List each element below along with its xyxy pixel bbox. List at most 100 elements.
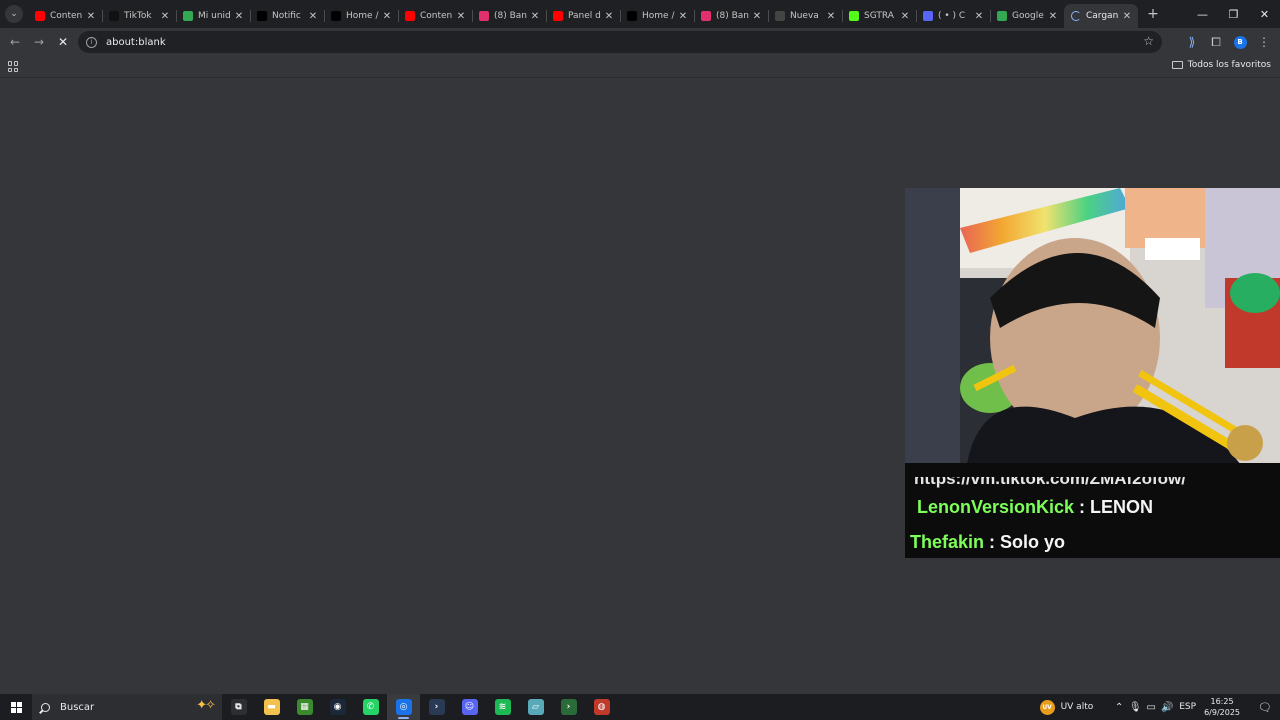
browser-tab[interactable]: TikTok ✕ [102,4,176,28]
clock[interactable]: 16:25 6/9/2025 [1204,696,1240,718]
system-tray: UV UV alto ⌃ 🎙 ▭ 🔊 ESP 16:25 6/9/2025 🗨 [1039,694,1280,720]
taskbar-app[interactable]: ◍ [585,694,618,720]
discord-icon: ☺ [461,699,478,715]
more-menu-icon[interactable]: ⋮ [1252,30,1276,54]
tab-close-icon[interactable]: ✕ [751,11,763,22]
back-arrow-icon[interactable]: ← [3,30,27,54]
browser-tab[interactable]: (8) Ban ✕ [472,4,546,28]
bookmark-star-icon[interactable]: ☆ [1143,34,1154,48]
tab-title: (8) Ban [494,11,528,21]
tab-close-icon[interactable]: ✕ [159,11,171,22]
tab-close-icon[interactable]: ✕ [455,11,467,22]
tab-close-icon[interactable]: ✕ [307,11,319,22]
tab-close-icon[interactable]: ✕ [233,11,245,22]
spotify-icon: ≋ [494,699,511,715]
restore-icon[interactable]: ❐ [1218,0,1249,28]
address-bar-url[interactable]: about:blank [106,37,166,48]
chat-username: Thefakin [910,532,985,552]
tab-title: Home / [346,11,379,21]
chat-message-partial: https://vm.tiktok.com/ZMAf2ofow/ [914,469,1186,488]
taskbar-app[interactable]: › [420,694,453,720]
taskbar-app[interactable]: ▬ [255,694,288,720]
bookmarks-bar: Todos los favoritos [0,56,1280,78]
loading-spinner-icon [1071,11,1081,21]
browser-tab[interactable]: SGTRA ✕ [842,4,916,28]
taskbar-search[interactable]: Buscar ✦✧ [32,694,222,720]
taskbar-app[interactable]: ◉ [321,694,354,720]
media-control-icon[interactable]: ⟫ [1180,30,1204,54]
terminal-app-icon: › [428,699,445,715]
taskbar-app[interactable]: ▱ [519,694,552,720]
tab-title: TikTok [124,11,152,21]
tab-close-icon[interactable]: ✕ [825,11,837,22]
tab-search-button[interactable]: ⌄ [0,0,28,28]
language-indicator[interactable]: ESP [1179,702,1196,712]
tab-close-icon[interactable]: ✕ [85,11,97,22]
taskbar-app[interactable]: ▦ [288,694,321,720]
tab-title: Mi unid [198,11,231,21]
close-window-icon[interactable]: ✕ [1249,0,1280,28]
browser-tab[interactable]: Cargan ✕ [1064,4,1138,28]
speaker-icon[interactable]: 🔊 [1159,702,1175,713]
stop-loading-icon[interactable]: ✕ [51,30,75,54]
site-info-icon[interactable]: i [86,36,97,48]
tab-title: SGTRA [864,11,894,21]
browser-tab[interactable]: Notific ✕ [250,4,324,28]
browser-tab[interactable]: Home / ✕ [324,4,398,28]
forward-arrow-icon[interactable]: → [27,30,51,54]
address-bar[interactable]: i about:blank ☆ [78,31,1162,53]
tab-close-icon[interactable]: ✕ [973,11,985,22]
chevron-up-icon[interactable]: ⌃ [1111,702,1127,713]
extensions-puzzle-icon[interactable]: ⧠ [1204,30,1228,54]
taskbar-app[interactable]: ≋ [486,694,519,720]
weather-widget[interactable]: UV UV alto [1039,699,1093,715]
kick-icon [849,11,859,21]
clock-date: 6/9/2025 [1204,708,1240,717]
start-button[interactable] [0,694,32,720]
minimize-icon[interactable]: — [1187,0,1218,28]
apps-grid-icon[interactable] [8,61,19,72]
windows-taskbar: Buscar ✦✧ ⧉ ▬ ▦ ◉ ✆ ◎ › ☺ ≋ ▱ › ◍ UV UV alto ⌃ 🎙 ▭ … [0,694,1280,720]
all-bookmarks-label: Todos los favoritos [1187,60,1271,70]
tab-close-icon[interactable]: ✕ [899,11,911,22]
browser-tab[interactable]: Conten ✕ [28,4,102,28]
stream-overlay[interactable]: https://vm.tiktok.com/ZMAf2ofow/ LenonVe… [905,188,1280,558]
tab-close-icon[interactable]: ✕ [1121,11,1133,22]
chat-text: Solo yo [1000,532,1066,552]
all-bookmarks-button[interactable]: Todos los favoritos [1171,60,1271,70]
copilot-sparkle-icon[interactable]: ✦✧ [196,698,216,713]
toolbar-actions: ⟫ ⧠ B ⋮ [1180,30,1276,54]
steam-icon: ◉ [329,699,346,715]
tiktok-icon [109,11,119,21]
tab-title: (8) Ban [716,11,750,21]
instagram-icon [701,11,711,21]
tab-close-icon[interactable]: ✕ [603,11,615,22]
new-tab-button[interactable]: + [1142,3,1164,25]
browser-tab[interactable]: Panel d ✕ [546,4,620,28]
network-icon[interactable]: ▭ [1143,702,1159,713]
profile-avatar[interactable]: B [1228,30,1252,54]
taskbar-app[interactable]: ◎ [387,694,420,720]
microphone-icon[interactable]: 🎙 [1127,702,1143,713]
browser-tab[interactable]: Home / ✕ [620,4,694,28]
taskbar-app[interactable]: ✆ [354,694,387,720]
browser-tab[interactable]: Mi unid ✕ [176,4,250,28]
tab-close-icon[interactable]: ✕ [1047,11,1059,22]
browser-tab[interactable]: Conten ✕ [398,4,472,28]
browser-tab[interactable]: (8) Ban ✕ [694,4,768,28]
tab-close-icon[interactable]: ✕ [529,11,541,22]
discord-icon [923,11,933,21]
tab-close-icon[interactable]: ✕ [677,11,689,22]
browser-tab[interactable]: Google ✕ [990,4,1064,28]
notes-app-icon: ▱ [527,699,544,715]
taskbar-app[interactable]: ⧉ [222,694,255,720]
youtube-icon [553,11,563,21]
tab-title: Google [1012,11,1044,21]
clock-time: 16:25 [1210,697,1234,706]
notification-center-icon[interactable]: 🗨 [1254,701,1276,714]
tab-close-icon[interactable]: ✕ [381,11,393,22]
browser-tab[interactable]: ( • ) C ✕ [916,4,990,28]
taskbar-app[interactable]: › [552,694,585,720]
taskbar-app[interactable]: ☺ [453,694,486,720]
browser-tab[interactable]: Nueva ✕ [768,4,842,28]
